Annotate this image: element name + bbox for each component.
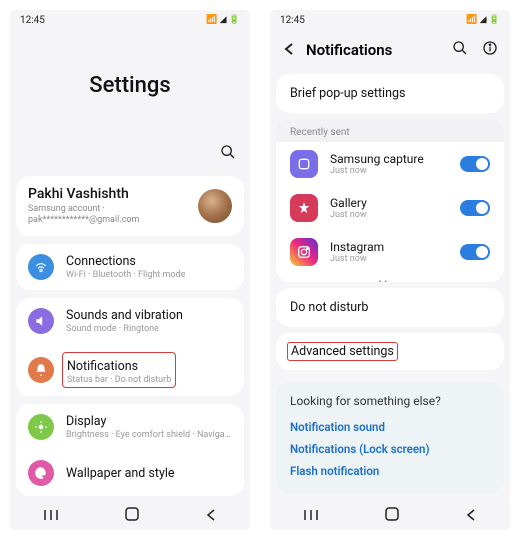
recent-card: Recently sent Samsung capture Just now G… — [276, 119, 504, 282]
search-icon[interactable] — [452, 40, 468, 60]
link-flash-notif[interactable]: Flash notification — [290, 460, 490, 482]
status-time: 12:45 — [280, 15, 305, 26]
advanced-highlight: Advanced settings — [287, 342, 398, 361]
account-name: Pakhi Vashishth — [28, 186, 198, 202]
looking-title: Looking for something else? — [290, 394, 490, 408]
screen-title: Notifications — [306, 41, 442, 59]
app-row-capture[interactable]: Samsung capture Just now — [276, 142, 504, 186]
toggle-instagram[interactable] — [460, 244, 490, 260]
app-row-gallery[interactable]: Gallery Just now — [276, 186, 504, 230]
wifi-icon — [28, 254, 54, 280]
nav-recent-icon[interactable] — [43, 506, 59, 525]
settings-list-1: Connections Wi-Fi · Bluetooth · Flight m… — [16, 244, 244, 290]
toggle-capture[interactable] — [460, 156, 490, 172]
recent-label: Recently sent — [276, 119, 504, 142]
settings-list-2: Sounds and vibration Sound mode · Ringto… — [16, 298, 244, 396]
status-bar: 12:45 📶 ◢ 🔋 — [10, 10, 250, 30]
row-display[interactable]: Display Brightness · Eye comfort shield … — [16, 404, 244, 450]
dnd-row[interactable]: Do not disturb — [276, 288, 504, 327]
row-sounds[interactable]: Sounds and vibration Sound mode · Ringto… — [16, 298, 244, 344]
settings-list-3: Display Brightness · Eye comfort shield … — [16, 404, 244, 496]
row-wallpaper[interactable]: Wallpaper and style — [16, 450, 244, 496]
status-time: 12:45 — [20, 15, 45, 26]
search-icon[interactable] — [220, 144, 236, 164]
instagram-icon — [290, 238, 318, 266]
back-icon[interactable] — [282, 41, 296, 60]
notifications-highlight: Notifications Status bar · Do not distur… — [62, 352, 176, 388]
link-notif-sound[interactable]: Notification sound — [290, 416, 490, 438]
avatar[interactable] — [198, 189, 232, 223]
looking-card: Looking for something else? Notification… — [276, 382, 504, 494]
nav-bar — [270, 500, 510, 530]
capture-icon — [290, 150, 318, 178]
nav-recent-icon[interactable] — [303, 506, 319, 525]
sound-icon — [28, 308, 54, 334]
nav-bar — [10, 500, 250, 530]
status-indicators: 📶 ◢ 🔋 — [206, 15, 240, 25]
status-indicators: 📶 ◢ 🔋 — [466, 15, 500, 25]
nav-back-icon[interactable] — [205, 506, 217, 525]
toggle-gallery[interactable] — [460, 200, 490, 216]
brief-popup-row[interactable]: Brief pop-up settings — [276, 74, 504, 113]
page-title: Settings — [10, 30, 250, 140]
sun-icon — [28, 414, 54, 440]
phone-settings: 12:45 📶 ◢ 🔋 Settings Pakhi Vashishth Sam… — [10, 10, 250, 530]
palette-icon — [28, 460, 54, 486]
nav-back-icon[interactable] — [465, 506, 477, 525]
header: Notifications — [270, 30, 510, 74]
status-bar: 12:45 📶 ◢ 🔋 — [270, 10, 510, 30]
nav-home-icon[interactable] — [125, 506, 139, 525]
info-icon[interactable] — [482, 40, 498, 60]
phone-notifications: 12:45 📶 ◢ 🔋 Notifications Brief pop-up s… — [270, 10, 510, 530]
link-notif-lock[interactable]: Notifications (Lock screen) — [290, 438, 490, 460]
account-card[interactable]: Pakhi Vashishth Samsung account · pak***… — [16, 176, 244, 236]
bell-icon — [28, 357, 54, 383]
app-row-instagram[interactable]: Instagram Just now — [276, 230, 504, 274]
row-connections[interactable]: Connections Wi-Fi · Bluetooth · Flight m… — [16, 244, 244, 290]
gallery-icon — [290, 194, 318, 222]
row-notifications[interactable]: Notifications Status bar · Do not distur… — [16, 344, 244, 396]
advanced-row[interactable]: Advanced settings — [276, 333, 504, 370]
account-sub: Samsung account · pak************@gmail.… — [28, 204, 198, 226]
more-button[interactable]: More — [276, 274, 504, 282]
nav-home-icon[interactable] — [385, 506, 399, 525]
